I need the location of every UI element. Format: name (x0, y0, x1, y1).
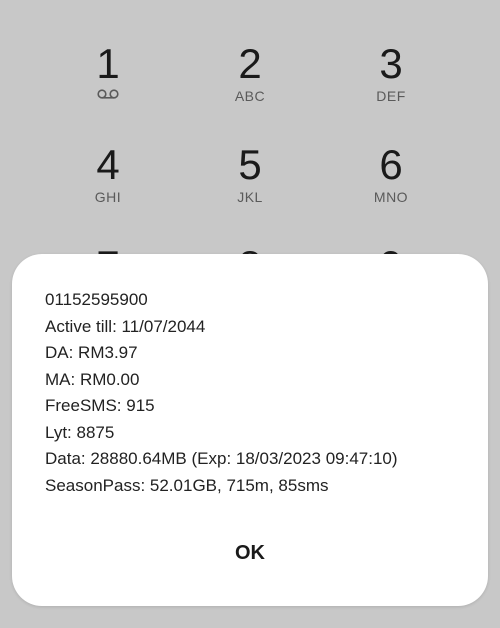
key-4[interactable]: 4 GHI (53, 141, 163, 206)
key-letters: JKL (237, 189, 263, 205)
key-letters: GHI (94, 189, 122, 205)
ussd-result-dialog: 01152595900 Active till: 11/07/2044 DA: … (12, 254, 488, 606)
key-digit: 4 (96, 141, 120, 188)
active-till-line: Active till: 11/07/2044 (45, 316, 206, 336)
key-digit: 1 (96, 40, 120, 87)
ma-balance-line: MA: RM0.00 (45, 369, 140, 389)
key-1[interactable]: 1 (53, 42, 163, 99)
key-digit: 6 (379, 141, 403, 188)
key-6[interactable]: 6 MNO (336, 141, 446, 206)
key-digit: 2 (238, 40, 262, 87)
da-balance-line: DA: RM3.97 (45, 343, 138, 362)
free-sms-line: FreeSMS: 915 (45, 396, 155, 415)
season-pass-line: SeasonPass: 52.01GB, 715m, 85sms (45, 475, 329, 495)
key-digit: 3 (379, 40, 403, 87)
key-3[interactable]: 3 DEF (336, 40, 446, 105)
voicemail-icon (97, 89, 119, 99)
key-letters: MNO (373, 189, 409, 205)
key-2[interactable]: 2 ABC (195, 40, 305, 105)
key-letters: DEF (376, 88, 406, 104)
key-5[interactable]: 5 JKL (195, 141, 305, 206)
lyt-line: Lyt: 8875 (45, 422, 115, 442)
data-line: Data: 28880.64MB (Exp: 18/03/2023 09:47:… (45, 449, 398, 468)
phone-number: 01152595900 (45, 290, 148, 309)
ok-button[interactable]: OK (200, 532, 300, 574)
phone-screen: 1 2 ABC 3 DEF 4 GHI 5 JKL 6 MNO 7 (0, 0, 500, 628)
key-digit: 5 (238, 141, 262, 188)
key-letters: ABC (234, 88, 266, 104)
dialog-message: 01152595900 Active till: 11/07/2044 DA: … (45, 287, 465, 499)
